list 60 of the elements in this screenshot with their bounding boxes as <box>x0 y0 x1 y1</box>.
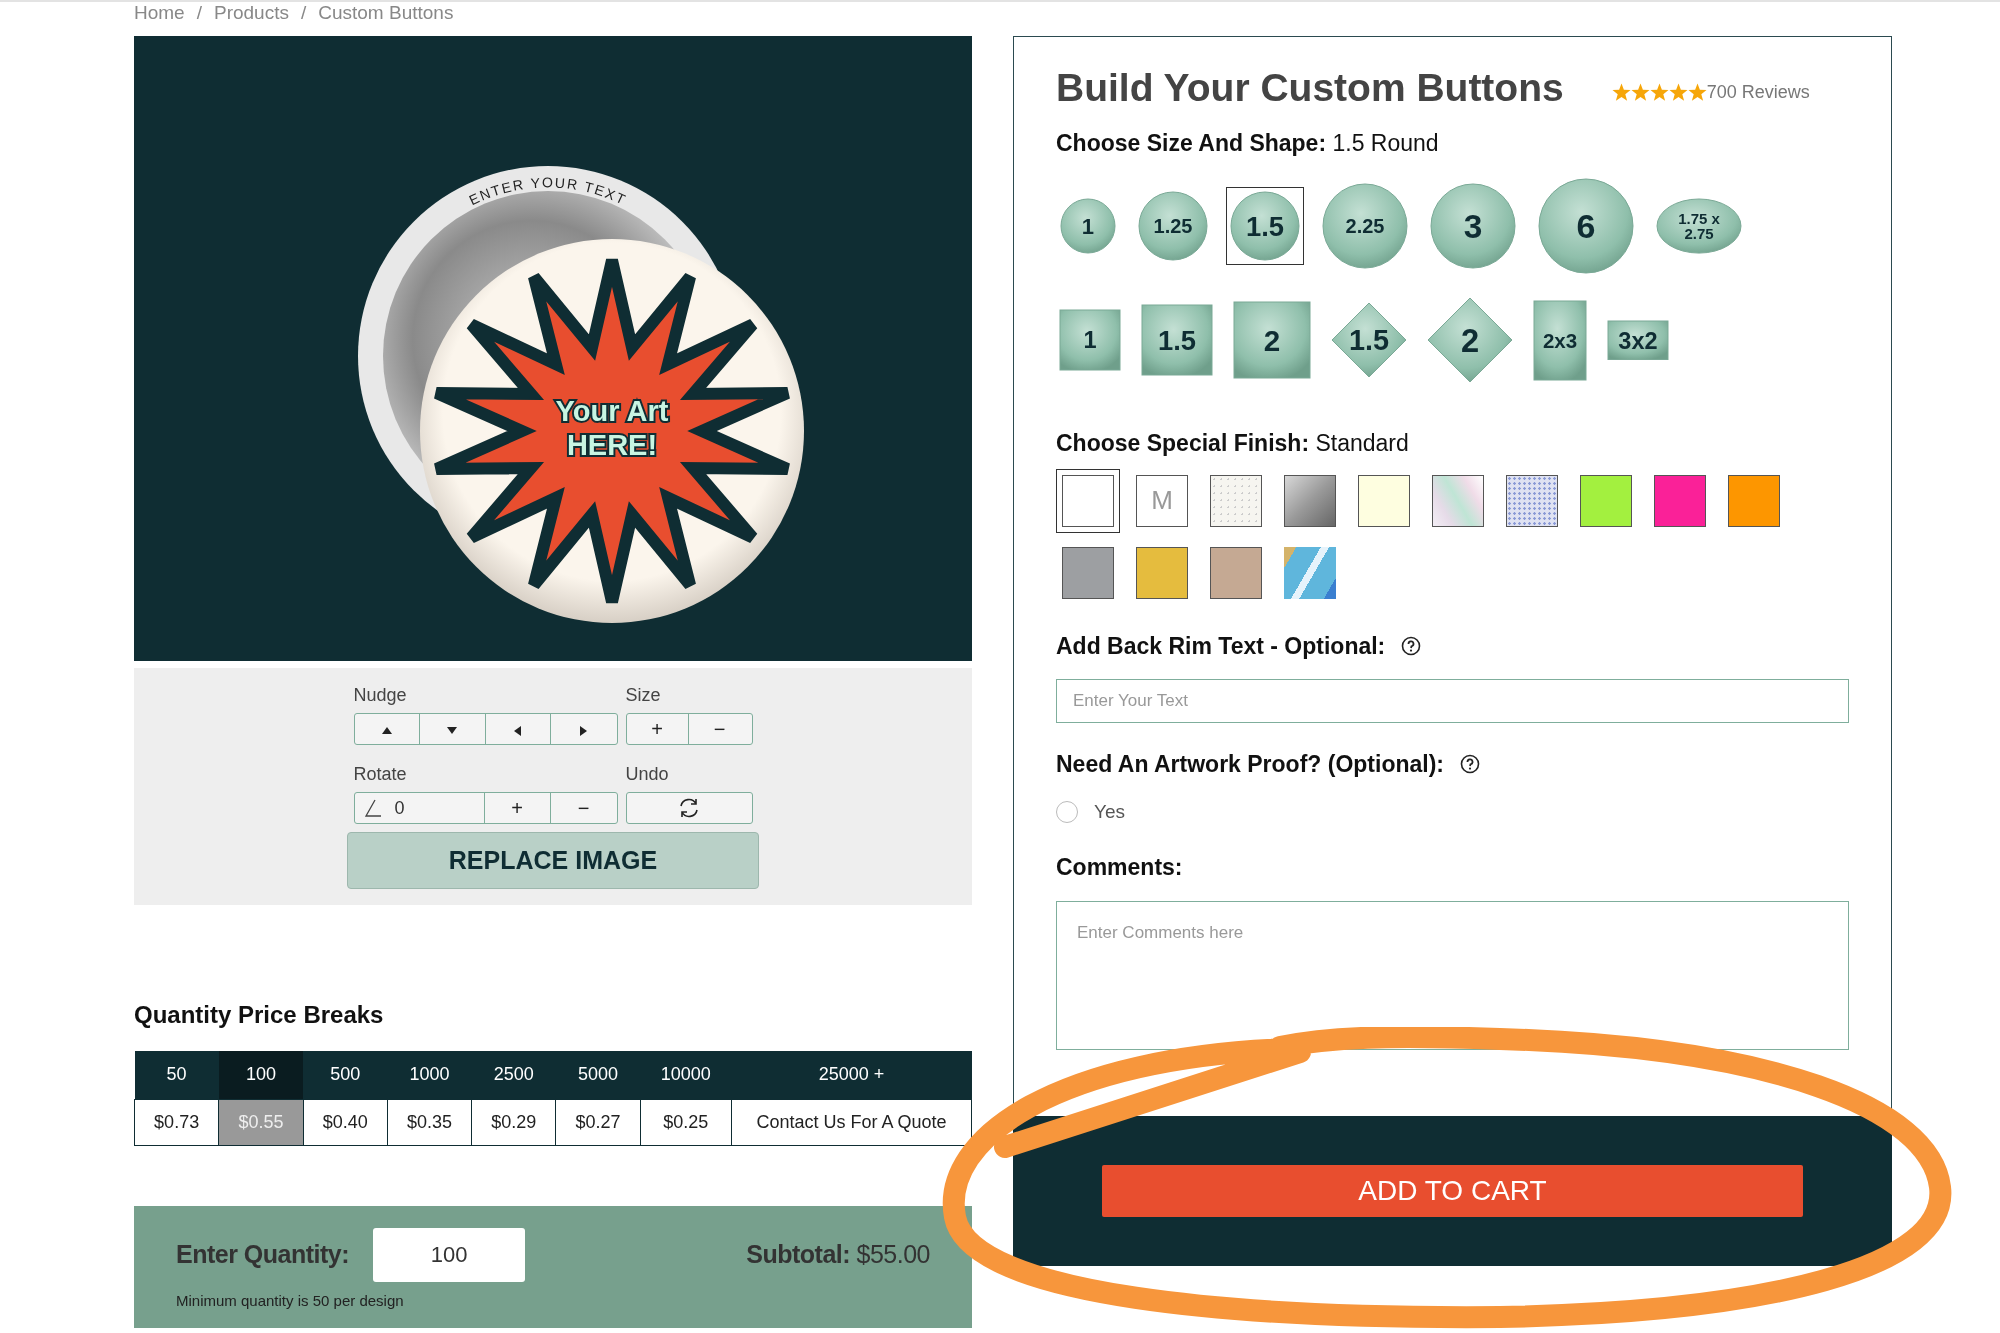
help-icon[interactable] <box>1401 635 1422 656</box>
quantity-header: 25000 + <box>731 1051 972 1099</box>
field-label: Add Back Rim Text - Optional: <box>1056 631 1386 661</box>
star-icon <box>1649 82 1669 102</box>
price-cell: $0.25 <box>640 1099 732 1145</box>
control-label: Size <box>625 684 662 707</box>
angle-icon <box>362 798 383 818</box>
quantity-header: 10000 <box>640 1051 732 1099</box>
section-label: Choose Size And Shape: 1.5 Round <box>1056 128 1440 158</box>
quantity-header: 5000 <box>555 1051 641 1099</box>
subtotal-text: Subtotal: $55.00 <box>746 1238 930 1270</box>
field-label: Need An Artwork Proof? (Optional): <box>1056 750 1444 779</box>
down-arrow-icon <box>447 727 458 735</box>
replace-image-button[interactable]: REPLACE IMAGE <box>347 832 759 889</box>
finish-swatch[interactable] <box>1056 468 1120 533</box>
rotation-value: 0 <box>394 796 405 820</box>
price-cell: $0.27 <box>555 1099 641 1145</box>
star-icon <box>1611 82 1631 102</box>
breadcrumb-link[interactable]: Home <box>134 0 185 28</box>
breadcrumb-link[interactable]: Products <box>213 0 289 28</box>
reviews-link[interactable]: 700 Reviews <box>1706 78 1810 106</box>
quantity-header: 50 <box>134 1051 219 1099</box>
control-label: Nudge <box>353 684 408 707</box>
rotate-button[interactable]: − <box>550 793 617 823</box>
breadcrumb-link[interactable]: Custom Buttons <box>318 0 454 28</box>
control-label: Rotate <box>353 763 408 786</box>
quantity-header: 500 <box>303 1051 388 1099</box>
section-label: Choose Special Finish: Standard <box>1056 429 1410 458</box>
quantity-header: 1000 <box>387 1051 472 1099</box>
breadcrumb-separator: / <box>300 0 307 25</box>
price-cell: Contact Us For A Quote <box>731 1099 972 1145</box>
section-heading: Quantity Price Breaks <box>134 1000 385 1030</box>
rim-text-field[interactable]: Enter Your Text <box>1056 679 1849 723</box>
page-title: Build Your Custom Buttons <box>1056 65 1564 111</box>
minimum-quantity-note: Minimum quantity is 50 per design <box>176 1291 405 1310</box>
price-cell: $0.29 <box>471 1099 556 1145</box>
price-cell: $0.35 <box>387 1099 472 1145</box>
size-button[interactable]: − <box>688 714 751 744</box>
right-arrow-icon <box>580 725 588 736</box>
quantity-label: Enter Quantity: <box>176 1238 350 1270</box>
quantity-header: 2500 <box>471 1051 556 1099</box>
help-icon[interactable] <box>1460 754 1480 775</box>
comments-field[interactable]: Enter Comments here <box>1056 900 1849 1050</box>
quantity-header: 100 <box>218 1051 304 1099</box>
up-arrow-icon <box>381 727 392 735</box>
field-label: Comments: <box>1056 853 1183 882</box>
price-cell: $0.55 <box>218 1099 304 1145</box>
star-icon <box>1630 82 1650 102</box>
star-icon <box>1668 82 1688 102</box>
breadcrumb-separator: / <box>196 0 202 25</box>
star-icon <box>1687 82 1707 102</box>
quantity-field[interactable]: 100 <box>373 1227 526 1282</box>
price-cell: $0.40 <box>303 1099 388 1145</box>
rotate-button[interactable]: + <box>484 793 551 823</box>
size-button[interactable]: + <box>626 714 689 744</box>
price-cell: $0.73 <box>134 1099 219 1145</box>
left-arrow-icon <box>514 725 522 736</box>
add-to-cart-button[interactable]: ADD TO CART <box>1102 1165 1803 1217</box>
yes-radio-option[interactable]: Yes <box>1056 797 1849 826</box>
control-label: Undo <box>625 763 670 786</box>
